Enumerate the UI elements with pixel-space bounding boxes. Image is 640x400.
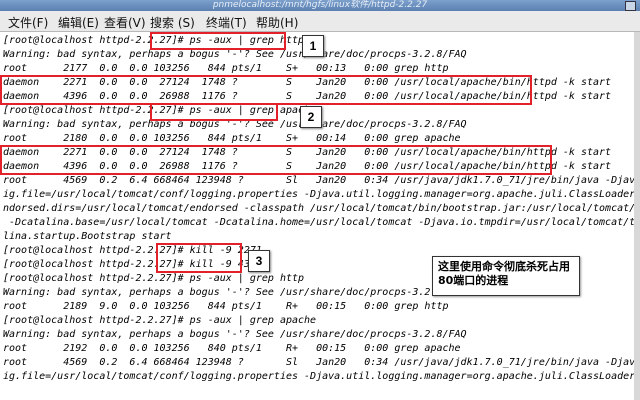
terminal-line: Warning: bad syntax, perhaps a bogus '-'… xyxy=(3,329,467,340)
menu-terminal[interactable]: 终端(T) xyxy=(206,14,247,31)
highlight-command-2 xyxy=(150,103,278,121)
annotation-number-3: 3 xyxy=(248,250,270,272)
annotation-number-1: 1 xyxy=(302,35,324,57)
menu-bar: 文件(F) 编辑(E) 查看(V) 搜索 (S) 终端(T) 帮助(H) xyxy=(0,11,640,32)
terminal-line: -Dcatalina.base=/usr/local/tomcat -Dcata… xyxy=(9,217,640,228)
terminal-line: [root@localhost httpd-2.2.27]# ps -aux |… xyxy=(3,315,317,326)
window-title: pnmelocalhost:/mnt/hgfs/linux软件/httpd-2.… xyxy=(212,0,428,10)
menu-search[interactable]: 搜索 (S) xyxy=(150,14,195,31)
terminal-line: Warning: bad syntax, perhaps a bogus '-'… xyxy=(3,49,467,60)
annotation-number-2: 2 xyxy=(300,106,322,128)
annotation-note: 这里使用命令彻底杀死占用80端口的进程 xyxy=(432,256,580,296)
highlight-httpd-processes-2 xyxy=(0,145,552,175)
terminal-line: ig.file=/usr/local/tomcat/conf/logging.p… xyxy=(3,189,640,200)
highlight-command-1 xyxy=(150,32,286,50)
terminal-output[interactable]: [root@localhost httpd-2.2.27]# ps -aux |… xyxy=(0,32,640,400)
terminal-line: root 2192 0.0 0.0 103256 840 pts/1 R+ 00… xyxy=(3,343,461,354)
terminal-line: root 2177 0.0 0.0 103256 844 pts/1 S+ 00… xyxy=(3,63,449,74)
terminal-line: ig.file=/usr/local/tomcat/conf/logging.p… xyxy=(3,371,640,382)
highlight-httpd-processes-1 xyxy=(0,75,532,105)
terminal-line: Warning: bad syntax, perhaps a bogus '-'… xyxy=(3,287,467,298)
menu-help[interactable]: 帮助(H) xyxy=(256,14,298,31)
window-close-button[interactable] xyxy=(625,1,636,11)
menu-view[interactable]: 查看(V) xyxy=(104,14,146,31)
terminal-line: root 2189 9.0 0.0 103256 844 pts/1 R+ 00… xyxy=(3,301,449,312)
terminal-line: lina.startup.Bootstrap start xyxy=(3,231,172,242)
terminal-scrollbar[interactable] xyxy=(634,32,640,400)
window-titlebar[interactable]: pnmelocalhost:/mnt/hgfs/linux软件/httpd-2.… xyxy=(0,0,640,11)
terminal-line: root 2180 0.0 0.0 103256 844 pts/1 S+ 00… xyxy=(3,133,461,144)
terminal-line: ndorsed.dirs=/usr/local/tomcat/endorsed … xyxy=(3,203,640,214)
terminal-line: [root@localhost httpd-2.2.27]# ps -aux |… xyxy=(3,273,305,284)
menu-edit[interactable]: 编辑(E) xyxy=(58,14,99,31)
terminal-line: root 4569 0.2 6.4 668464 123948 ? Sl Jan… xyxy=(3,175,640,186)
menu-file[interactable]: 文件(F) xyxy=(8,14,48,31)
highlight-kill-commands xyxy=(156,243,242,273)
terminal-line: root 4569 0.2 6.4 668464 123948 ? Sl Jan… xyxy=(3,357,640,368)
